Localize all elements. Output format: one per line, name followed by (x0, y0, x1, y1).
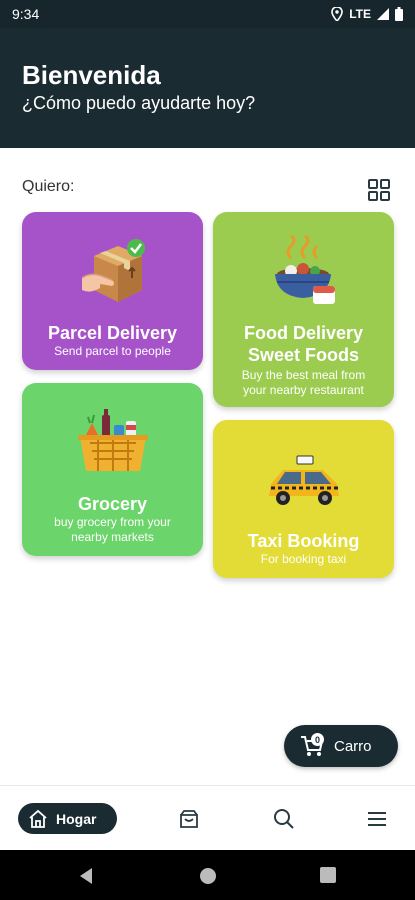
app-header: Bienvenida ¿Cómo puedo ayudarte hoy? (0, 28, 415, 148)
card-subtitle-line2: nearby markets (71, 530, 154, 544)
card-title: Taxi Booking (247, 531, 360, 551)
cart-label: Carro (334, 737, 372, 755)
nav-item-home[interactable]: Hogar (18, 803, 117, 834)
grocery-basket-icon (78, 409, 148, 471)
signal-icon (377, 8, 389, 20)
page-title: Bienvenida (22, 60, 161, 90)
cart-button[interactable]: 0 Carro (284, 725, 398, 767)
service-card-parcel-delivery[interactable]: Parcel Delivery Send parcel to people (22, 212, 203, 370)
taxi-icon (269, 455, 339, 505)
card-subtitle: For booking taxi (260, 552, 347, 566)
card-subtitle: Send parcel to people (54, 344, 171, 358)
service-card-taxi-booking[interactable]: Taxi Booking For booking taxi (213, 420, 394, 578)
home-circle-icon[interactable] (199, 867, 217, 885)
card-subtitle: Buy the best meal from (241, 368, 366, 382)
shop-bag-icon[interactable] (178, 808, 200, 830)
page-subtitle: ¿Cómo puedo ayudarte hoy? (22, 93, 256, 113)
home-icon (29, 809, 47, 828)
back-icon[interactable] (78, 867, 94, 885)
bottom-nav: Hogar (0, 785, 415, 850)
grid-icon[interactable] (368, 179, 390, 201)
card-subtitle-line2: your nearby restaurant (243, 383, 364, 397)
recents-icon[interactable] (320, 867, 336, 883)
network-type: LTE (349, 7, 371, 21)
service-card-grocery[interactable]: Grocery buy grocery from your nearby mar… (22, 383, 203, 556)
card-title: Parcel Delivery (47, 323, 178, 343)
location-icon (331, 7, 344, 21)
nav-home-label: Hogar (56, 810, 97, 827)
status-bar: 9:34 LTE (0, 0, 415, 28)
status-time: 9:34 (12, 6, 40, 22)
card-title-line2: Sweet Foods (247, 345, 359, 365)
card-subtitle: buy grocery from your (54, 515, 171, 529)
section-label: Quiero: (22, 178, 75, 195)
card-title: Grocery (77, 494, 148, 514)
battery-icon (395, 7, 403, 21)
search-icon[interactable] (273, 808, 295, 830)
status-icons: LTE (331, 7, 403, 21)
service-card-food-delivery[interactable]: Food Delivery Sweet Foods Buy the best m… (213, 212, 394, 407)
menu-icon[interactable] (366, 808, 388, 830)
cart-count-badge: 0 (311, 733, 324, 746)
system-nav-bar (0, 850, 415, 900)
card-title: Food Delivery (243, 323, 364, 343)
food-bowl-icon (275, 234, 335, 304)
parcel-box-icon (81, 239, 145, 302)
